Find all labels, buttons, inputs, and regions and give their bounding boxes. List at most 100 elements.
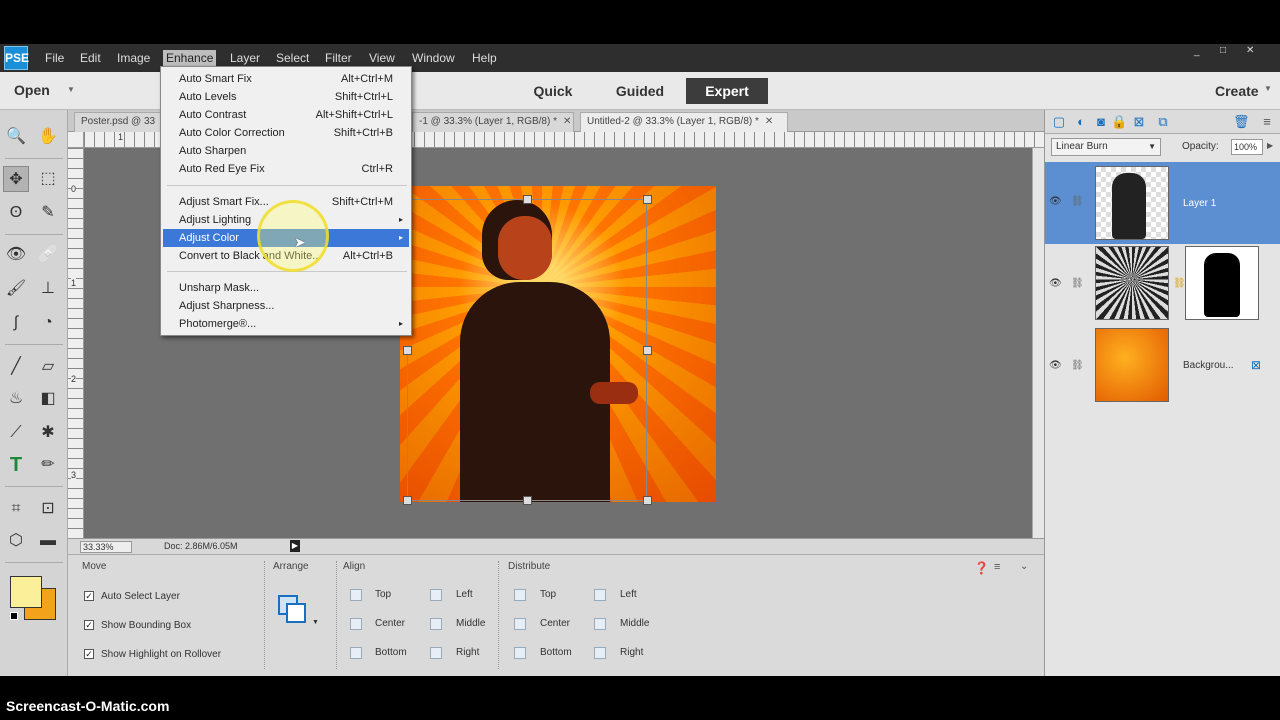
quick-select-icon[interactable]: ✎ bbox=[35, 200, 61, 226]
distribute-left-icon[interactable] bbox=[594, 589, 606, 601]
layer-row-background[interactable]: 👁 ⛓ Backgrou... ⊠ bbox=[1045, 326, 1280, 408]
distribute-center-label[interactable]: Center bbox=[540, 618, 570, 629]
distribute-middle-label[interactable]: Middle bbox=[620, 618, 649, 629]
align-top-label[interactable]: Top bbox=[375, 589, 391, 600]
menu-view[interactable]: View bbox=[366, 50, 398, 66]
hand-icon[interactable]: ✋ bbox=[35, 124, 61, 150]
distribute-center-icon[interactable] bbox=[514, 618, 526, 630]
distribute-left-label[interactable]: Left bbox=[620, 589, 637, 600]
resize-handle[interactable] bbox=[643, 346, 652, 355]
content-move-icon[interactable]: ⬡ bbox=[3, 528, 29, 554]
link-icon[interactable]: ⛓ bbox=[1071, 360, 1084, 371]
layer-mask-icon[interactable]: ◙ bbox=[1093, 114, 1109, 130]
menu-edit[interactable]: Edit bbox=[77, 50, 104, 66]
tab-poster[interactable]: Poster.psd @ 33 bbox=[74, 112, 168, 132]
straighten-icon[interactable]: ▬ bbox=[35, 528, 61, 554]
adjustment-layer-icon[interactable]: ◐ bbox=[1073, 114, 1089, 130]
resize-handle[interactable] bbox=[403, 496, 412, 505]
resize-handle[interactable] bbox=[643, 496, 652, 505]
eye-icon[interactable]: 👁 bbox=[1049, 360, 1062, 371]
close-icon[interactable]: ✕ bbox=[765, 116, 773, 127]
crop-icon[interactable]: ⌗ bbox=[3, 496, 29, 522]
spot-heal-icon[interactable]: 🩹 bbox=[35, 242, 61, 268]
distribute-middle-icon[interactable] bbox=[594, 618, 606, 630]
gradient-icon[interactable]: ◧ bbox=[35, 386, 61, 412]
menu-item-adjust-sharpness[interactable]: Adjust Sharpness... bbox=[163, 297, 409, 315]
show-bounding-box-checkbox[interactable]: ✓ bbox=[84, 620, 94, 630]
lock-all-icon[interactable]: 🔒 bbox=[1111, 114, 1127, 130]
new-layer-icon[interactable]: ▢ bbox=[1051, 114, 1067, 130]
menu-window[interactable]: Window bbox=[409, 50, 458, 66]
vertical-scrollbar[interactable] bbox=[1032, 148, 1044, 538]
lock-transparency-icon[interactable]: ⊠ bbox=[1131, 114, 1147, 130]
align-left-label[interactable]: Left bbox=[456, 589, 473, 600]
layer-row-layer-1[interactable]: 👁 ⛓ Layer 1 bbox=[1045, 162, 1280, 244]
lock-icon[interactable]: ⊠ bbox=[1251, 358, 1261, 372]
menu-select[interactable]: Select bbox=[273, 50, 312, 66]
paint-bucket-icon[interactable]: ♨ bbox=[3, 386, 29, 412]
distribute-bottom-icon[interactable] bbox=[514, 647, 526, 659]
help-icon[interactable]: ❓ bbox=[974, 561, 989, 575]
distribute-top-icon[interactable] bbox=[514, 589, 526, 601]
default-colors-icon[interactable] bbox=[10, 612, 18, 620]
menu-item-photomerge[interactable]: Photomerge®... ▸ bbox=[163, 315, 409, 333]
maximize-icon[interactable]: □ bbox=[1220, 45, 1226, 56]
zoom-icon[interactable]: 🔍 bbox=[3, 124, 29, 150]
align-center-label[interactable]: Center bbox=[375, 618, 405, 629]
panel-menu-icon[interactable]: ≡ bbox=[1259, 114, 1275, 130]
trash-icon[interactable]: 🗑 bbox=[1233, 114, 1250, 130]
mode-quick[interactable]: Quick bbox=[520, 78, 586, 104]
chevron-down-icon[interactable]: ▼ bbox=[67, 85, 75, 94]
align-right-icon[interactable] bbox=[430, 647, 442, 659]
menu-item-auto-color-correction[interactable]: Auto Color Correction Shift+Ctrl+B bbox=[163, 124, 409, 142]
menu-item-auto-sharpen[interactable]: Auto Sharpen bbox=[163, 142, 409, 160]
bounding-box[interactable] bbox=[403, 195, 652, 505]
opacity-input[interactable]: 100% bbox=[1231, 139, 1263, 155]
eraser-icon[interactable]: ▱ bbox=[35, 354, 61, 380]
align-top-icon[interactable] bbox=[350, 589, 362, 601]
eyedropper-icon[interactable]: ⟋ bbox=[3, 420, 29, 446]
minimize-icon[interactable]: _ bbox=[1194, 46, 1200, 57]
eye-icon[interactable]: 👁 bbox=[1049, 278, 1062, 289]
menu-layer[interactable]: Layer bbox=[227, 50, 263, 66]
align-right-label[interactable]: Right bbox=[456, 647, 479, 658]
recompose-icon[interactable]: ⊡ bbox=[35, 496, 61, 522]
menu-help[interactable]: Help bbox=[469, 50, 500, 66]
align-middle-icon[interactable] bbox=[430, 618, 442, 630]
open-button[interactable]: Open bbox=[14, 82, 50, 98]
link-icon[interactable]: ⛓ bbox=[1071, 278, 1084, 289]
menu-item-auto-smart-fix[interactable]: Auto Smart Fix Alt+Ctrl+M bbox=[163, 70, 409, 88]
marquee-icon[interactable]: ⬚ bbox=[35, 166, 61, 192]
resize-handle[interactable] bbox=[643, 195, 652, 204]
lasso-icon[interactable]: ʘ bbox=[3, 200, 29, 226]
menu-item-unsharp-mask[interactable]: Unsharp Mask... bbox=[163, 279, 409, 297]
link-icon[interactable]: ⧉ bbox=[1155, 114, 1171, 130]
menu-file[interactable]: File bbox=[42, 50, 67, 66]
menu-filter[interactable]: Filter bbox=[322, 50, 355, 66]
menu-item-auto-red-eye-fix[interactable]: Auto Red Eye Fix Ctrl+R bbox=[163, 160, 409, 178]
auto-select-layer-checkbox[interactable]: ✓ bbox=[84, 591, 94, 601]
red-eye-icon[interactable]: 👁 bbox=[3, 242, 29, 268]
chevron-right-icon[interactable]: ▶ bbox=[1267, 141, 1273, 150]
distribute-right-icon[interactable] bbox=[594, 647, 606, 659]
panel-menu-icon[interactable]: ≡ bbox=[994, 561, 1000, 573]
create-button[interactable]: Create bbox=[1215, 83, 1259, 99]
align-middle-label[interactable]: Middle bbox=[456, 618, 485, 629]
mode-guided[interactable]: Guided bbox=[600, 78, 680, 104]
chevron-down-icon[interactable]: ⌄ bbox=[1020, 561, 1028, 572]
mode-expert[interactable]: Expert bbox=[686, 78, 768, 104]
custom-shape-icon[interactable]: ✱ bbox=[35, 420, 61, 446]
link-icon[interactable]: ⛓ bbox=[1071, 196, 1084, 207]
menu-image[interactable]: Image bbox=[114, 50, 153, 66]
eye-icon[interactable]: 👁 bbox=[1049, 196, 1062, 207]
clone-stamp-icon[interactable]: ⊥ bbox=[35, 276, 61, 302]
menu-enhance[interactable]: Enhance bbox=[163, 50, 217, 66]
tab-untitled-1[interactable]: -1 @ 33.3% (Layer 1, RGB/8) * ✕ bbox=[412, 112, 574, 132]
menu-item-auto-contrast[interactable]: Auto Contrast Alt+Shift+Ctrl+L bbox=[163, 106, 409, 124]
move-icon[interactable]: ✥ bbox=[3, 166, 29, 192]
blend-mode-select[interactable]: Linear Burn ▼ bbox=[1051, 138, 1161, 156]
type-icon[interactable]: T bbox=[3, 452, 29, 478]
align-left-icon[interactable] bbox=[430, 589, 442, 601]
align-bottom-icon[interactable] bbox=[350, 647, 362, 659]
resize-handle[interactable] bbox=[523, 195, 532, 204]
